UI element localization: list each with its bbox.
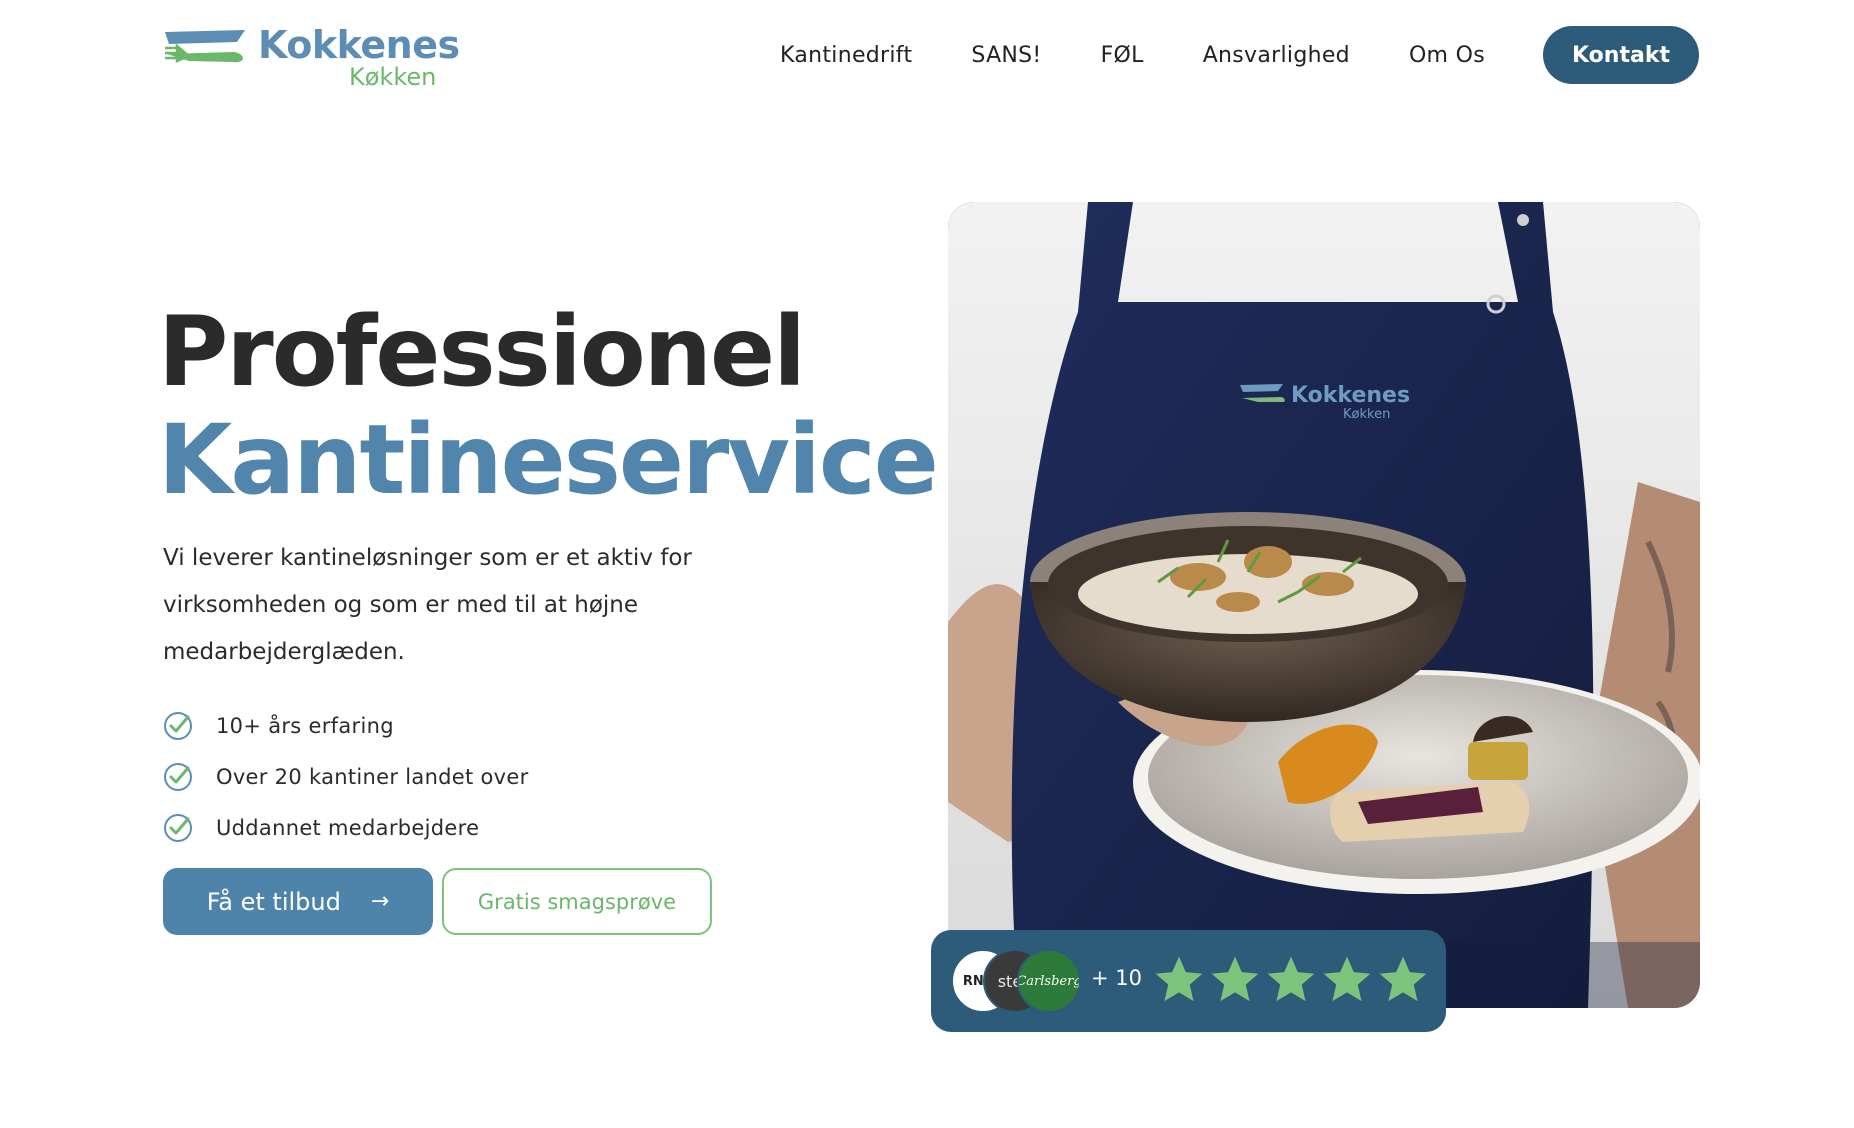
star-icon xyxy=(1267,956,1315,1001)
arrow-right-icon: → xyxy=(370,889,390,914)
nav-item-om-os[interactable]: Om Os xyxy=(1409,43,1485,68)
nav-item-sans[interactable]: SANS! xyxy=(971,43,1041,68)
logo-subtitle: Køkken xyxy=(349,63,437,91)
apron-logo-subtitle: Køkken xyxy=(1343,407,1390,422)
hero-title-line-1: Professionel xyxy=(158,296,806,408)
feature-item: Over 20 kantiner landet over xyxy=(163,751,529,802)
nav-item-kantinedrift[interactable]: Kantinedrift xyxy=(780,43,912,68)
rating-stars xyxy=(1151,952,1431,1008)
free-tasting-button[interactable]: Gratis smagsprøve xyxy=(442,868,712,935)
client-logo: Carlsberg xyxy=(1017,949,1081,1013)
nav-item-fol[interactable]: FØL xyxy=(1101,43,1144,68)
nav-item-ansvarlighed[interactable]: Ansvarlighed xyxy=(1203,43,1350,68)
star-icon xyxy=(1379,956,1427,1001)
logo[interactable]: Kokkenes Køkken xyxy=(163,22,460,92)
feature-list: 10+ års erfaring Over 20 kantiner landet… xyxy=(163,700,529,853)
hero-title-line-2: Kantineservice xyxy=(158,404,939,516)
contact-button[interactable]: Kontakt xyxy=(1543,26,1699,84)
feature-text: 10+ års erfaring xyxy=(216,713,394,738)
main-navigation: Kantinedrift SANS! FØL Ansvarlighed Om O… xyxy=(780,26,1485,84)
star-icon xyxy=(1323,956,1371,1001)
hero-description: Vi leverer kantineløsninger som er et ak… xyxy=(163,545,692,665)
more-clients-count: + 10 xyxy=(1091,966,1142,990)
star-icon xyxy=(1211,956,1259,1001)
check-circle-icon xyxy=(164,711,192,740)
cutlery-logo-icon xyxy=(165,30,245,63)
chef-serving-dishes-illustration: Kokkenes Køkken xyxy=(948,202,1700,1008)
apron-logo-text: Kokkenes xyxy=(1291,383,1410,408)
trust-bar: RNVA sten Carlsberg + 10 xyxy=(931,930,1446,1032)
feature-item: 10+ års erfaring xyxy=(163,700,529,751)
check-circle-icon xyxy=(164,813,192,842)
get-quote-button[interactable]: Få et tilbud → xyxy=(163,868,433,935)
star-icon xyxy=(1155,956,1203,1001)
get-quote-label: Få et tilbud xyxy=(206,887,341,916)
hero-chef-image: Kokkenes Køkken xyxy=(948,202,1700,1008)
feature-text: Uddannet medarbejdere xyxy=(216,815,480,840)
feature-text: Over 20 kantiner landet over xyxy=(216,764,529,789)
check-circle-icon xyxy=(164,762,192,791)
feature-item: Uddannet medarbejdere xyxy=(163,802,529,853)
